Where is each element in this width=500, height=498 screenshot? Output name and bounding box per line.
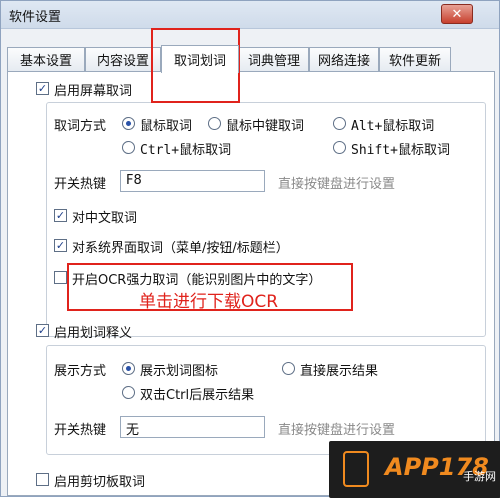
- chinese-capture-label: 对中文取词: [72, 211, 138, 226]
- title-bar: 软件设置 ✕: [1, 1, 499, 29]
- download-ocr-annotation: 单击进行下载OCR: [139, 292, 279, 312]
- method-mouse-radio[interactable]: [122, 117, 135, 130]
- method-middle-label: 鼠标中键取词: [226, 119, 305, 134]
- enable-translate-label: 启用划词释义: [54, 326, 133, 341]
- mode-icon-radio[interactable]: [122, 362, 135, 375]
- enable-clipboard-checkbox[interactable]: [36, 473, 49, 486]
- tab-label: 基本设置: [19, 54, 72, 69]
- method-shift-radio[interactable]: [333, 141, 346, 154]
- translate-hotkey-label: 开关热键: [54, 423, 107, 438]
- tab-network[interactable]: 网络连接: [309, 47, 379, 71]
- translate-hotkey-hint: 直接按键盘进行设置: [278, 423, 396, 438]
- settings-window: 软件设置 ✕ 基本设置 内容设置 取词划词 词典管理 网络连接 软件更新 ✓ 启…: [0, 0, 500, 498]
- mode-icon-label: 展示划词图标: [140, 364, 219, 379]
- display-mode-label: 展示方式: [54, 364, 107, 379]
- capture-hotkey-hint: 直接按键盘进行设置: [278, 177, 396, 192]
- tab-label: 软件更新: [388, 54, 441, 69]
- system-ui-capture-label: 对系统界面取词（菜单/按钮/标题栏）: [72, 241, 289, 256]
- translate-hotkey-field[interactable]: 无: [120, 416, 265, 438]
- method-ctrl-label: Ctrl+鼠标取词: [140, 143, 232, 158]
- tab-label: 取词划词: [173, 54, 226, 69]
- capture-method-label: 取词方式: [54, 119, 107, 134]
- tab-dictionary-management[interactable]: 词典管理: [239, 47, 309, 71]
- mode-direct-label: 直接展示结果: [300, 364, 379, 379]
- capture-hotkey-field[interactable]: F8: [120, 170, 265, 192]
- tab-word-capture[interactable]: 取词划词: [161, 45, 239, 73]
- app178-watermark: APP178 手游网: [329, 441, 500, 498]
- close-icon: ✕: [451, 6, 463, 22]
- close-button[interactable]: ✕: [441, 4, 473, 24]
- capture-hotkey-label: 开关热键: [54, 177, 107, 192]
- mode-double-ctrl-radio[interactable]: [122, 386, 135, 399]
- enable-clipboard-label: 启用剪切板取词: [54, 475, 146, 490]
- tab-software-update[interactable]: 软件更新: [379, 47, 451, 71]
- enable-screen-capture-label: 启用屏幕取词: [54, 84, 133, 99]
- tab-bar: 基本设置 内容设置 取词划词 词典管理 网络连接 软件更新: [7, 45, 497, 73]
- method-alt-radio[interactable]: [333, 117, 346, 130]
- method-mouse-label: 鼠标取词: [140, 119, 193, 134]
- phone-logo-icon: [343, 451, 369, 487]
- enable-screen-capture-checkbox[interactable]: ✓: [36, 82, 49, 95]
- ocr-capture-checkbox[interactable]: [54, 271, 67, 284]
- method-alt-label: Alt+鼠标取词: [351, 119, 435, 134]
- method-middle-radio[interactable]: [208, 117, 221, 130]
- tab-label: 词典管理: [247, 54, 300, 69]
- tab-content-settings[interactable]: 内容设置: [85, 47, 161, 71]
- tab-basic-settings[interactable]: 基本设置: [7, 47, 85, 71]
- enable-translate-checkbox[interactable]: ✓: [36, 324, 49, 337]
- method-ctrl-radio[interactable]: [122, 141, 135, 154]
- system-ui-capture-checkbox[interactable]: ✓: [54, 239, 67, 252]
- chinese-capture-checkbox[interactable]: ✓: [54, 209, 67, 222]
- method-shift-label: Shift+鼠标取词: [351, 143, 450, 158]
- mode-direct-radio[interactable]: [282, 362, 295, 375]
- watermark-subtitle: 手游网: [463, 470, 496, 483]
- tab-label: 网络连接: [317, 54, 370, 69]
- window-title: 软件设置: [9, 10, 62, 25]
- tab-label: 内容设置: [96, 54, 149, 69]
- translate-group: [46, 345, 486, 455]
- mode-double-ctrl-label: 双击Ctrl后展示结果: [140, 388, 255, 403]
